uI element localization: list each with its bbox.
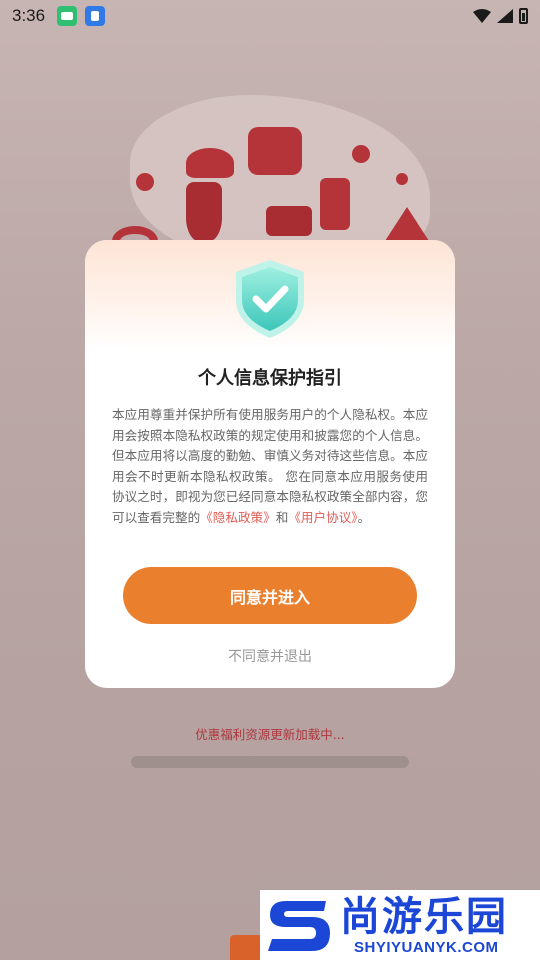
status-time: 3:36 xyxy=(12,6,46,25)
dialog-body-text: 本应用尊重并保护所有使用服务用户的个人隐私权。本应用会按照本隐私权政策的规定使用… xyxy=(112,405,428,528)
decor-cup xyxy=(186,182,222,242)
watermark-en: SHYIYUANYK.COM xyxy=(354,938,499,956)
decor-bag xyxy=(248,127,302,175)
loading-status-text: 优惠福利资源更新加载中... xyxy=(195,727,345,742)
bottom-app-icon xyxy=(230,935,262,960)
wifi-icon xyxy=(473,9,491,23)
decor-ball xyxy=(396,173,408,185)
signal-icon xyxy=(497,9,513,23)
privacy-policy-link[interactable]: 《隐私政策》 xyxy=(200,510,276,525)
decor-hat xyxy=(186,148,234,178)
decor-cone xyxy=(385,207,429,241)
agree-button[interactable]: 同意并进入 xyxy=(123,567,417,624)
watermark-logo xyxy=(260,890,338,960)
shield-check-icon xyxy=(236,260,304,338)
loading-progress-bar xyxy=(131,756,409,768)
watermark-text: 尚游乐园 SHYIYUANYK.COM xyxy=(340,895,508,956)
watermark-s-icon xyxy=(268,901,330,951)
watermark-cn: 尚游乐园 xyxy=(340,893,508,940)
decor-box xyxy=(266,206,312,236)
privacy-notice-text: 本应用尊重并保护所有使用服务用户的个人隐私权。本应用会按照本隐私权政策的规定使用… xyxy=(112,407,428,525)
privacy-dialog: 个人信息保护指引 本应用尊重并保护所有使用服务用户的个人隐私权。本应用会按照本隐… xyxy=(85,240,455,688)
battery-icon xyxy=(519,8,528,24)
decor-ball xyxy=(136,173,154,191)
app-green-icon xyxy=(57,6,78,26)
disagree-button[interactable]: 不同意并退出 xyxy=(85,646,455,666)
decor-bottle xyxy=(320,178,350,230)
app-blue-icon xyxy=(85,6,106,26)
status-indicators xyxy=(473,8,528,24)
end-punctuation: 。 xyxy=(357,509,371,525)
user-agreement-link[interactable]: 《用户协议》 xyxy=(288,510,357,525)
status-bar: 3:36 xyxy=(0,0,540,32)
decor-ball xyxy=(352,145,370,163)
site-watermark: 尚游乐园 SHYIYUANYK.COM xyxy=(260,890,540,960)
dialog-title: 个人信息保护指引 xyxy=(198,368,342,389)
conjunction-text: 和 xyxy=(275,509,289,525)
